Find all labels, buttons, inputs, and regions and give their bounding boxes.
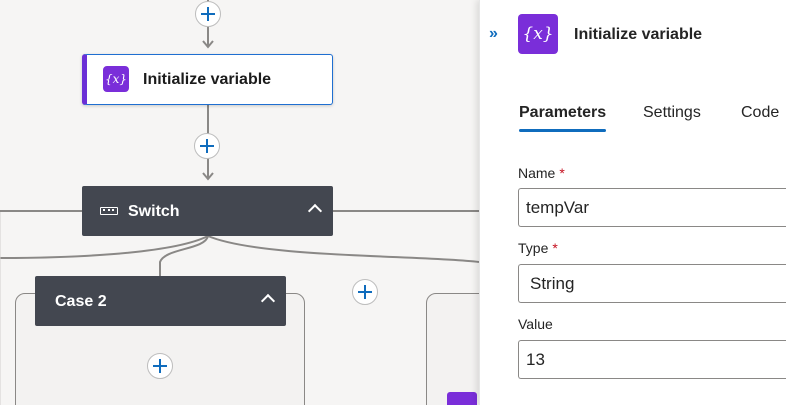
switch-action[interactable]: Switch <box>82 186 333 236</box>
case-title: Case 2 <box>55 293 107 310</box>
chevron-up-icon[interactable] <box>305 199 325 219</box>
tab-parameters[interactable]: Parameters <box>519 104 607 132</box>
value-field[interactable]: 13 <box>518 340 786 379</box>
details-panel: » {x} Initialize variable Parameters Set… <box>479 0 786 405</box>
name-field[interactable]: tempVar <box>518 188 786 227</box>
variable-icon: {x} <box>103 66 129 92</box>
variable-action-peek[interactable] <box>447 392 477 405</box>
collapse-panel-icon[interactable]: » <box>489 26 507 42</box>
required-marker: * <box>559 165 565 181</box>
value-label: Value <box>518 316 553 332</box>
tab-settings[interactable]: Settings <box>643 104 701 122</box>
tab-code[interactable]: Code <box>741 104 779 122</box>
type-label: Type * <box>518 240 558 256</box>
chevron-up-icon[interactable] <box>258 289 278 309</box>
name-label: Name * <box>518 165 565 181</box>
add-action-button[interactable] <box>195 1 221 27</box>
add-case-button[interactable] <box>352 279 378 305</box>
panel-title: Initialize variable <box>574 26 703 43</box>
case-2-action[interactable]: Case 2 <box>35 276 286 326</box>
initialize-variable-action[interactable]: {x} Initialize variable <box>82 54 333 105</box>
add-action-button[interactable] <box>194 133 220 159</box>
variable-icon: {x} <box>518 14 558 54</box>
type-dropdown[interactable]: String <box>518 264 786 303</box>
switch-title: Switch <box>128 203 180 220</box>
action-title: Initialize variable <box>143 71 272 88</box>
type-label-text: Type <box>518 240 549 256</box>
name-label-text: Name <box>518 165 556 181</box>
add-action-button[interactable] <box>147 353 173 379</box>
required-marker: * <box>552 240 558 256</box>
switch-icon <box>100 207 118 215</box>
